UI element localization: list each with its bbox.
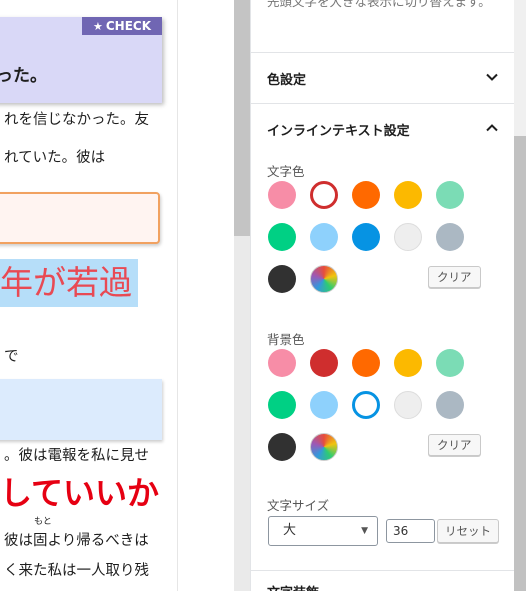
bg-color-swatch[interactable] — [436, 391, 464, 419]
paragraph-1[interactable]: れを信じなかった。友 — [4, 108, 149, 129]
text-color-swatch[interactable] — [394, 223, 422, 251]
paragraph-3[interactable]: で — [4, 345, 19, 366]
font-size-label: 文字サイズ — [267, 498, 330, 513]
star-icon: ★ — [92, 20, 103, 33]
text-color-swatch-selected[interactable] — [310, 181, 338, 209]
sidebar-scrollbar-thumb[interactable] — [514, 136, 526, 591]
check-box-text[interactable]: った。 — [0, 61, 47, 86]
bg-color-clear-button[interactable]: クリア — [428, 434, 481, 456]
bg-color-swatch[interactable] — [268, 391, 296, 419]
panel-inline-text-toggle[interactable]: インラインテキスト設定 — [251, 104, 514, 152]
chevron-up-icon — [486, 124, 498, 132]
bg-color-swatch-custom-gradient[interactable] — [310, 433, 338, 461]
panel-title-inline-text: インラインテキスト設定 — [267, 124, 410, 139]
ruby-annotation: もと — [34, 517, 52, 527]
editor-divider — [177, 0, 178, 591]
panel-title-next[interactable]: 文字装飾 — [267, 582, 319, 591]
settings-sidebar: 先頭文字を大きな表示に切り替えます。 色設定 インラインテキスト設定 文字色 ク… — [250, 0, 514, 591]
chevron-down-icon — [486, 73, 498, 81]
bg-color-label: 背景色 — [267, 332, 305, 347]
orange-border-box[interactable] — [0, 192, 160, 244]
check-box-block[interactable]: ★ CHECK った。 — [0, 17, 162, 103]
panel-title-color-settings: 色設定 — [267, 73, 307, 88]
bold-red-large-text[interactable]: していいか — [0, 468, 159, 514]
bg-color-swatch[interactable] — [268, 349, 296, 377]
text-color-swatch[interactable] — [268, 265, 296, 293]
bg-color-swatch[interactable] — [394, 391, 422, 419]
font-size-select[interactable]: 大 ▼ — [268, 516, 378, 546]
text-color-swatch[interactable] — [352, 181, 380, 209]
bg-color-swatch[interactable] — [436, 349, 464, 377]
bg-color-swatch[interactable] — [394, 349, 422, 377]
editor-canvas[interactable]: ★ CHECK った。 れを信じなかった。友 れていた。彼は 年が若過 で 。彼は… — [0, 0, 177, 591]
text-color-swatch[interactable] — [436, 223, 464, 251]
bg-color-swatch[interactable] — [268, 433, 296, 461]
paragraph-6[interactable]: く来た私は一人取り残 — [4, 559, 149, 580]
text-color-swatch[interactable] — [268, 223, 296, 251]
dropdown-arrow-icon: ▼ — [361, 526, 368, 536]
paragraph-2[interactable]: れていた。彼は — [4, 146, 105, 167]
check-label-badge: ★ CHECK — [82, 17, 162, 35]
bg-color-swatch-selected[interactable] — [352, 391, 380, 419]
font-size-number-input[interactable]: 36 — [386, 519, 435, 543]
text-color-clear-button[interactable]: クリア — [428, 266, 481, 288]
text-color-swatch[interactable] — [268, 181, 296, 209]
help-text: 先頭文字を大きな表示に切り替えます。 — [267, 0, 491, 9]
bg-color-swatch[interactable] — [310, 349, 338, 377]
paragraph-4[interactable]: 。彼は電報を私に見せ — [4, 444, 149, 465]
panel-divider — [251, 570, 514, 571]
text-color-swatch[interactable] — [436, 181, 464, 209]
text-color-swatch-custom-gradient[interactable] — [310, 265, 338, 293]
text-color-swatch[interactable] — [352, 223, 380, 251]
highlighted-large-text[interactable]: 年が若過 — [0, 259, 138, 307]
paragraph-5[interactable]: 彼は固より帰るべきは — [4, 529, 149, 550]
bg-color-swatch[interactable] — [352, 349, 380, 377]
text-color-swatch[interactable] — [394, 181, 422, 209]
text-color-swatch[interactable] — [310, 223, 338, 251]
text-color-label: 文字色 — [267, 164, 305, 179]
font-size-reset-button[interactable]: リセット — [437, 519, 499, 543]
editor-scrollbar-thumb[interactable] — [234, 0, 250, 236]
bg-color-swatch[interactable] — [310, 391, 338, 419]
panel-color-settings-toggle[interactable]: 色設定 — [251, 53, 514, 101]
blue-background-box[interactable] — [0, 379, 162, 440]
